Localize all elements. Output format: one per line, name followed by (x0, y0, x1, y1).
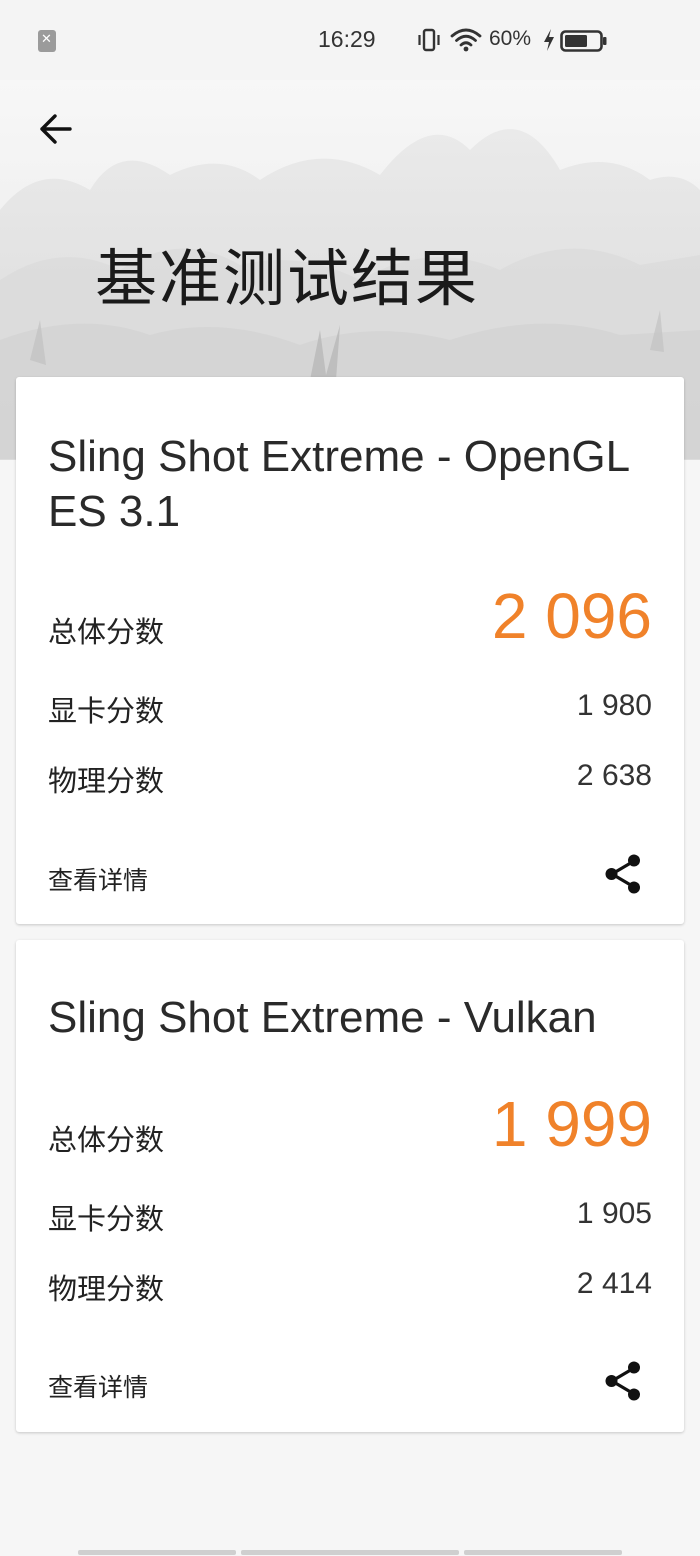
physics-score-label: 物理分数 (48, 764, 165, 798)
physics-score-value: 2 414 (576, 1267, 652, 1300)
status-bar: 16:29 60% (0, 0, 700, 80)
graphics-score-value: 1 980 (576, 689, 652, 722)
share-icon (605, 854, 640, 894)
physics-score-label: 物理分数 (48, 1272, 165, 1306)
charging-bolt-icon (544, 29, 554, 51)
notification-blocked-icon (38, 30, 56, 52)
view-details-link[interactable]: 查看详情 (48, 1368, 148, 1404)
total-score-label: 总体分数 (48, 615, 165, 649)
battery-icon (560, 30, 607, 52)
vibrate-icon (418, 28, 440, 52)
total-score-label: 总体分数 (48, 1123, 165, 1157)
nav-indicator-left (78, 1550, 236, 1555)
share-button[interactable] (602, 1360, 644, 1402)
test-name: Sling Shot Extreme - Vulkan (48, 993, 597, 1042)
total-score-value: 2 096 (491, 580, 652, 652)
graphics-score-label: 显卡分数 (48, 694, 165, 728)
wifi-icon (450, 28, 482, 52)
graphics-score-value: 1 905 (576, 1197, 652, 1230)
physics-score-value: 2 638 (576, 759, 652, 792)
page-title: 基准测试结果 (95, 242, 480, 315)
battery-percent: 60% (489, 27, 532, 50)
total-score-value: 1 999 (491, 1088, 652, 1160)
status-time: 16:29 (318, 26, 376, 52)
graphics-score-label: 显卡分数 (48, 1202, 165, 1236)
test-name: Sling Shot Extreme - OpenGL ES 3.1 (48, 432, 629, 536)
nav-indicator-center (241, 1550, 459, 1555)
result-card-vulkan: Sling Shot Extreme - Vulkan 总体分数 1 999 显… (16, 940, 684, 1432)
share-icon (605, 1361, 640, 1401)
result-card-opengl: Sling Shot Extreme - OpenGL ES 3.1 总体分数 … (16, 377, 684, 924)
view-details-link[interactable]: 查看详情 (48, 861, 148, 897)
nav-indicator-right (464, 1550, 622, 1555)
arrow-left-icon (40, 114, 72, 144)
back-button[interactable] (30, 104, 80, 154)
share-button[interactable] (602, 853, 644, 895)
